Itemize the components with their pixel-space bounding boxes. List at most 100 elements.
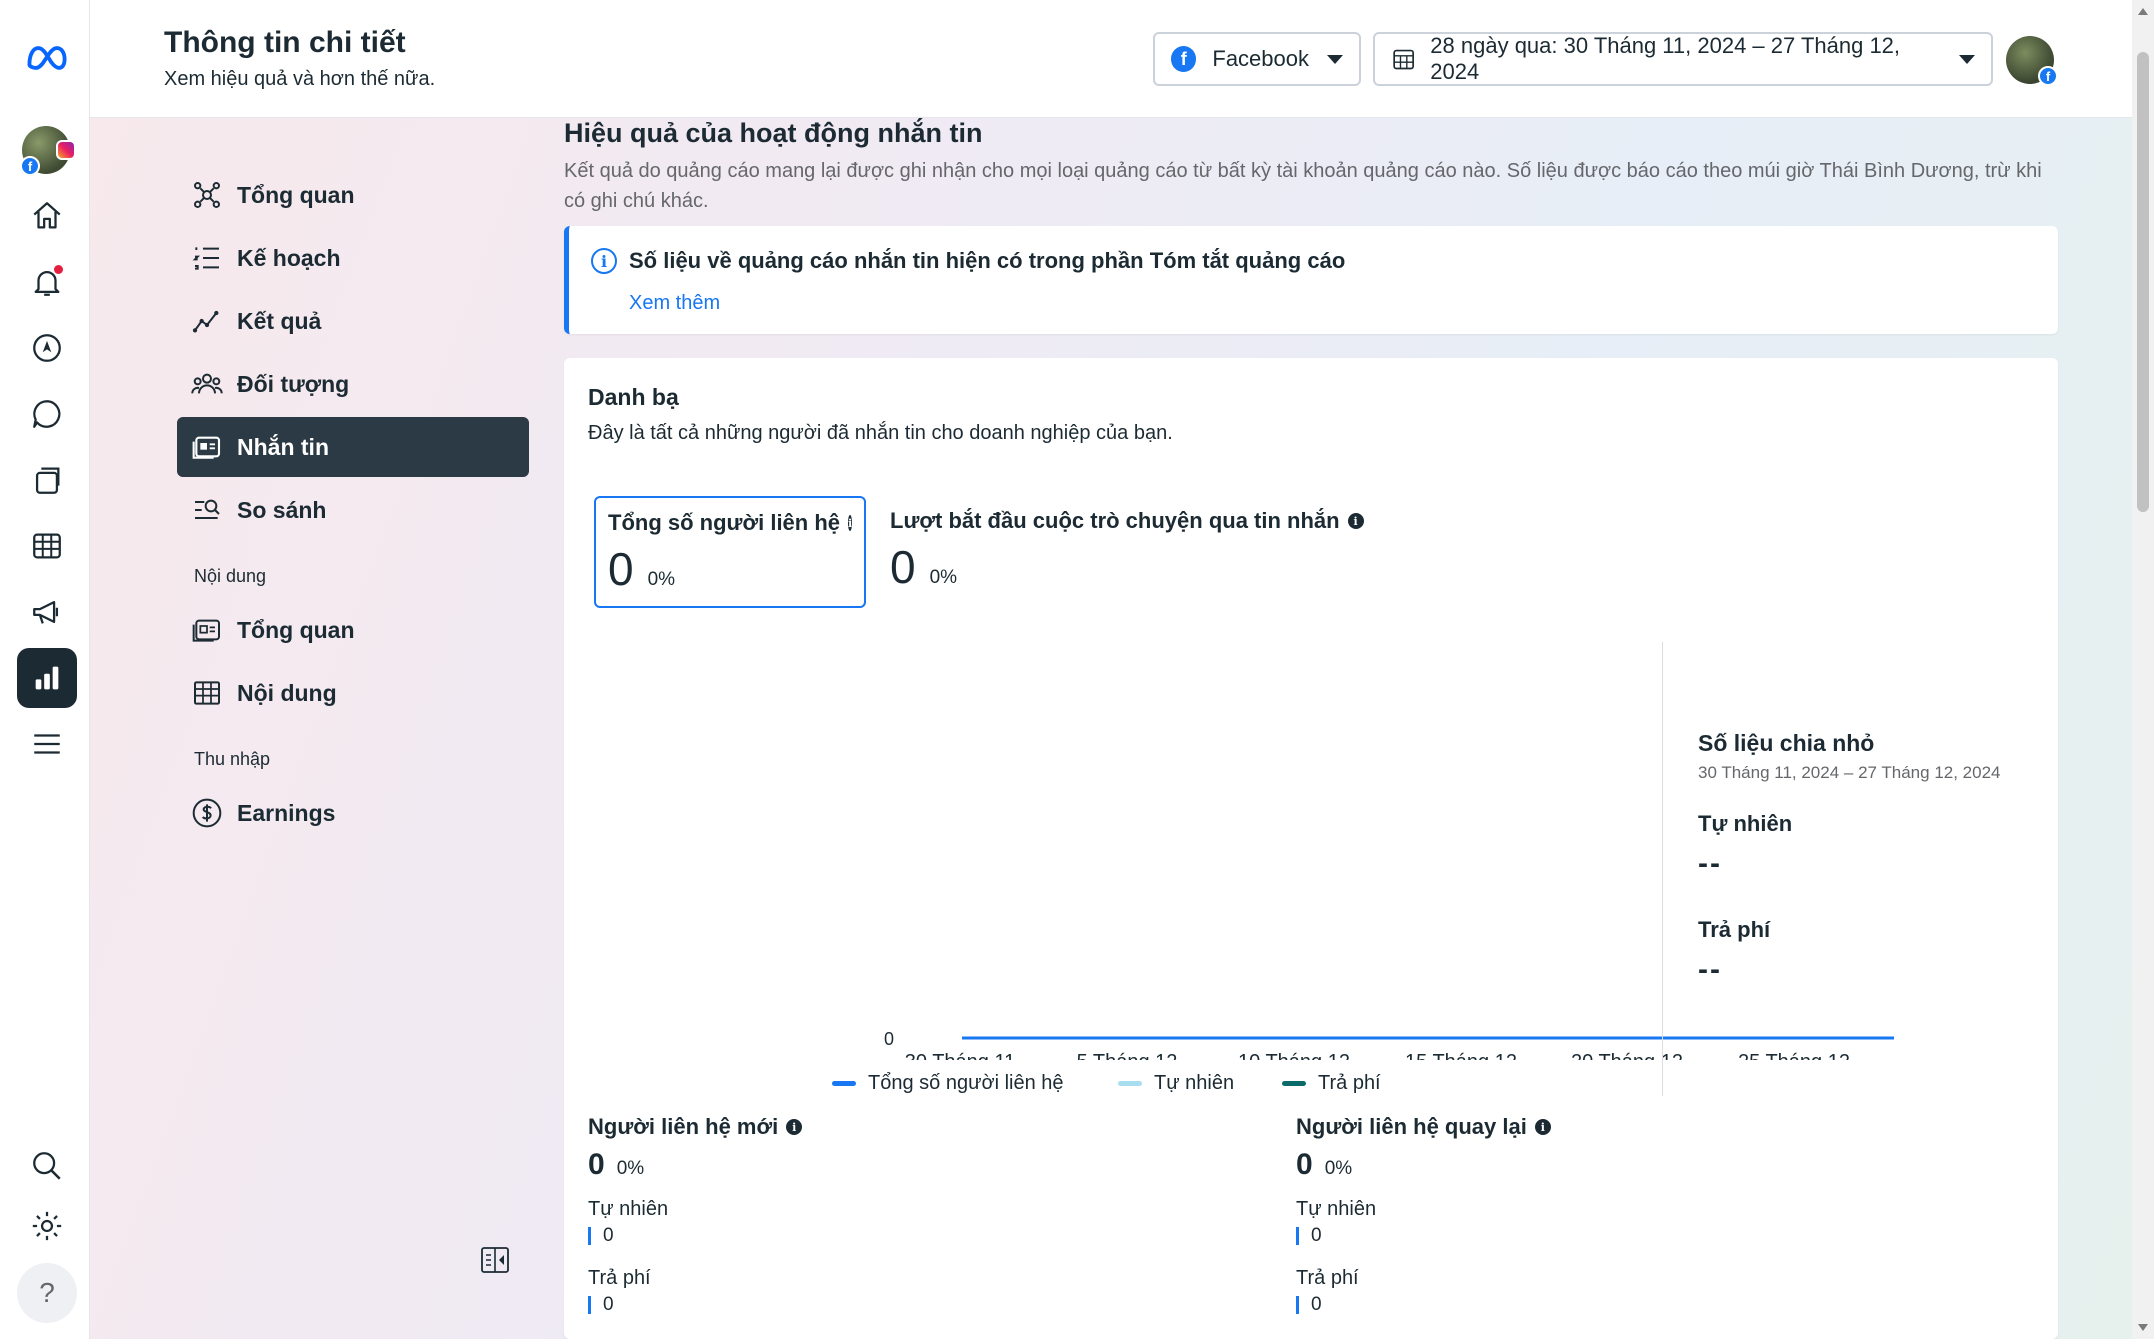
section-title: Hiệu quả của hoạt động nhắn tin [564,118,983,148]
returning-contacts-title: Người liên hệ quay lại [1296,1114,1527,1139]
new-contacts-percent: 0% [616,1158,645,1179]
metric-total-contacts[interactable]: Tổng số người liên hệ i 0 0% [594,496,866,608]
search-icon[interactable] [17,1136,77,1196]
legend-organic[interactable]: Tự nhiên [1118,1072,1234,1095]
page-header: Thông tin chi tiết Xem hiệu quả và hơn t… [90,0,2132,118]
info-icon[interactable]: i [1347,513,1364,529]
returning-contacts-percent: 0% [1324,1158,1353,1179]
returning-contacts-block: Người liên hệ quay lại i 0 0% Tự nhiên 0 … [1296,1114,1551,1316]
nav-item-label: Nhắn tin [237,433,329,460]
content-pages-icon[interactable] [17,450,77,510]
legend-swatch [1282,1081,1306,1086]
notification-dot [54,265,63,274]
new-contacts-title: Người liên hệ mới [588,1114,779,1139]
date-range-dropdown[interactable]: 28 ngày qua: 30 Tháng 11, 2024 – 27 Thán… [1373,32,1993,86]
info-icon[interactable]: i [848,515,853,531]
metric-percent: 0% [929,567,958,588]
compass-icon[interactable] [17,318,77,378]
x-tick-label: 15 Tháng 12 [1405,1051,1517,1060]
breakdown-panel: Số liệu chia nhỏ 30 Tháng 11, 2024 – 27 … [1698,730,2001,987]
platform-dropdown-label: Facebook [1212,46,1309,71]
inbox-chat-icon[interactable] [17,384,77,444]
nav-item-audience[interactable]: Đối tượng [177,354,529,414]
new-contacts-organic-label: Tự nhiên [588,1198,669,1220]
nav-item-messaging[interactable]: Nhắn tin [177,417,529,477]
audience-icon [191,373,223,394]
home-icon[interactable] [17,186,77,246]
content-table-icon [194,681,220,705]
account-avatar[interactable]: f [20,126,76,176]
settings-gear-icon[interactable] [17,1196,77,1256]
nav-item-earnings[interactable]: Earnings [177,783,529,843]
breakdown-date-range: 30 Tháng 11, 2024 – 27 Tháng 12, 2024 [1698,763,2001,782]
page-scrollbar[interactable] [2132,0,2154,1339]
nav-item-overview[interactable]: Tổng quan [177,165,529,225]
returning-contacts-paid-label: Trả phí [1296,1267,1359,1289]
info-icon[interactable]: i [786,1119,803,1135]
scrollbar-thumb[interactable] [2137,52,2149,512]
menu-icon[interactable] [17,714,77,774]
metric-label: Tổng số người liên hệ [608,510,841,535]
nav-item-results[interactable]: Kết quả [177,291,529,351]
x-tick-label: 30 Tháng 11 [905,1051,1015,1060]
page-subtitle: Xem hiệu quả và hơn thế nữa. [164,68,436,90]
scroll-down-arrow-icon[interactable] [2138,1324,2148,1331]
info-icon[interactable]: i [1534,1119,1551,1135]
notifications-icon[interactable] [17,252,77,312]
collapse-sidebar-icon[interactable] [480,1246,510,1274]
breakdown-title: Số liệu chia nhỏ [1698,730,1875,756]
legend-total[interactable]: Tổng số người liên hệ [832,1072,1064,1095]
table-grid-icon[interactable] [17,516,77,576]
content-overview-icon [192,619,220,642]
nav-item-plan[interactable]: Kế hoạch [177,228,529,288]
scroll-up-arrow-icon[interactable] [2138,8,2148,15]
new-contacts-value: 0 [588,1148,605,1181]
date-range-label: 28 ngày qua: 30 Tháng 11, 2024 – 27 Thán… [1430,33,1901,84]
profile-avatar[interactable]: f [2006,36,2058,86]
nav-item-label: Đối tượng [237,370,350,397]
results-icon [192,310,219,333]
dollar-icon [192,798,222,828]
calendar-icon [1393,49,1414,70]
megaphone-icon[interactable] [17,582,77,642]
meta-logo-icon[interactable] [17,28,77,88]
chevron-down-icon [1327,54,1343,64]
see-more-link[interactable]: Xem thêm [629,292,720,315]
notice-title: Số liệu về quảng cáo nhắn tin hiện có tr… [629,248,1346,273]
nav-section-income: Thu nhập [194,749,271,769]
info-notice: i Số liệu về quảng cáo nhắn tin hiện có … [564,226,2058,334]
nav-item-compare[interactable]: So sánh [177,480,529,540]
returning-contacts-paid-value: 0 [1311,1294,1322,1315]
contacts-card: Danh bạ Đây là tất cả những người đã nhắ… [564,358,2058,1339]
nav-item-label: Kế hoạch [237,244,341,271]
returning-contacts-organic-label: Tự nhiên [1296,1198,1377,1220]
card-description: Đây là tất cả những người đã nhắn tin ch… [588,422,1173,444]
help-icon[interactable]: ? [17,1263,77,1323]
breakdown-organic-label: Tự nhiên [1698,811,1793,836]
breakdown-paid-label: Trả phí [1698,917,1771,942]
insights-bar-chart-icon[interactable] [17,648,77,708]
card-title: Danh bạ [588,384,679,410]
x-tick-label: 20 Tháng 12 [1571,1051,1683,1060]
plan-icon [192,247,219,270]
x-tick-label: 25 Tháng 12 [1738,1051,1850,1060]
metric-conversations-started[interactable]: Lượt bắt đầu cuộc trò chuyện qua tin nhắ… [878,496,1398,608]
nav-item-label: Earnings [237,799,336,826]
metric-value: 0 [608,543,634,595]
platform-dropdown[interactable]: f Facebook [1153,32,1361,86]
new-contacts-organic-value: 0 [603,1225,614,1246]
metric-value: 0 [890,541,916,593]
nav-item-label: So sánh [237,496,327,523]
returning-contacts-value: 0 [1296,1148,1313,1181]
section-description: Kết quả do quảng cáo mang lại được ghi n… [564,160,2042,212]
paid-bar [1296,1296,1299,1314]
new-contacts-paid-label: Trả phí [588,1267,651,1289]
nav-item-content-table[interactable]: Nội dung [177,663,529,723]
messaging-icon [192,436,221,459]
facebook-badge-icon: f [20,156,40,176]
legend-swatch [1118,1081,1142,1086]
instagram-badge-icon [56,140,76,160]
legend-swatch [832,1081,856,1086]
nav-item-content-overview[interactable]: Tổng quan [177,600,529,660]
legend-paid[interactable]: Trả phí [1282,1072,1381,1095]
